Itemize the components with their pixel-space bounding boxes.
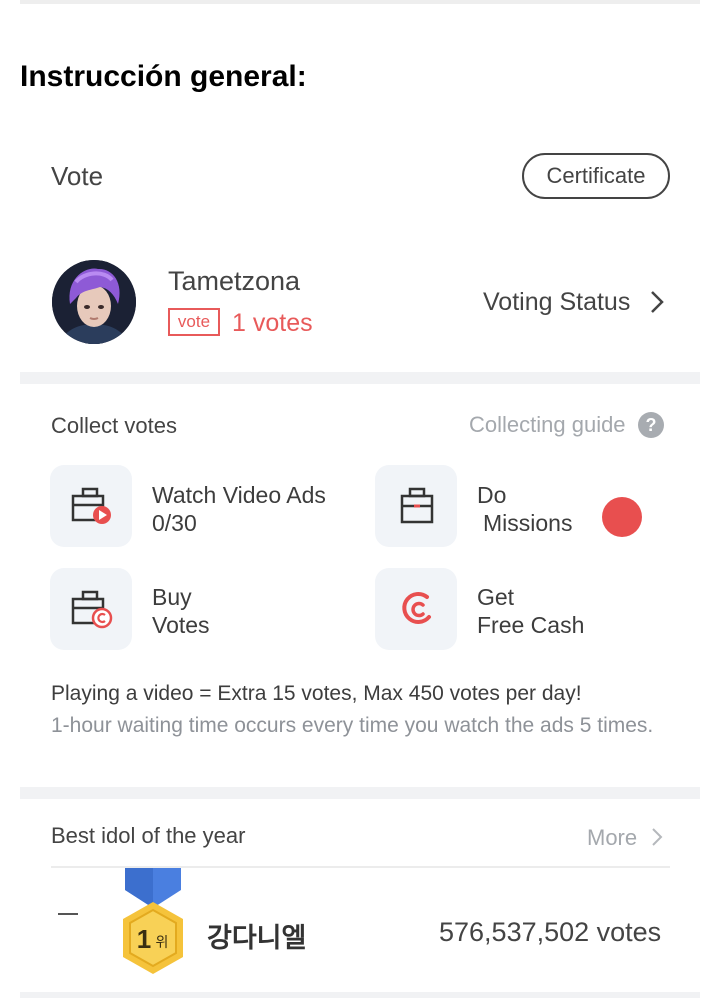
tile-label-line2: Missions (483, 510, 573, 536)
top-divider (20, 0, 700, 4)
buy-votes-button[interactable] (50, 568, 132, 650)
gold-medal-icon: 1 위 (123, 868, 183, 974)
section-divider (20, 787, 700, 799)
help-icon[interactable]: ? (638, 412, 664, 438)
rank-suffix: 위 (156, 935, 169, 951)
tile-label-line2: Votes (152, 612, 210, 638)
tile-label-line1: Do (477, 482, 507, 508)
avatar[interactable] (52, 260, 136, 344)
chevron-right-icon[interactable] (648, 289, 666, 315)
tile-label-line1: Watch Video Ads (152, 482, 326, 508)
section-divider (20, 372, 700, 384)
more-link[interactable]: More (587, 825, 637, 851)
get-free-cash-label: Get Free Cash (477, 583, 584, 639)
user-vote-count: 1 votes (232, 309, 313, 337)
certificate-button[interactable]: Certificate (522, 153, 670, 199)
tile-label-line2: Free Cash (477, 612, 585, 638)
rank-number: 1 (137, 924, 151, 954)
free-cash-icon (402, 591, 431, 624)
buy-votes-icon (71, 590, 113, 629)
bottom-divider (20, 992, 700, 998)
vote-section-title: Vote (51, 161, 104, 191)
tile-label-line1: Buy (152, 584, 192, 610)
best-idol-title: Best idol of the year (51, 823, 246, 848)
mission-icon (400, 487, 434, 524)
video-votes-note: Playing a video = Extra 15 votes, Max 45… (51, 682, 582, 705)
video-ad-icon (71, 487, 111, 524)
vote-tag-badge: vote (168, 308, 220, 336)
voting-status-link[interactable]: Voting Status (483, 288, 630, 317)
collect-votes-title: Collect votes (51, 413, 177, 438)
mission-notification-dot (602, 497, 642, 537)
idol-name[interactable]: 강다니엘 (207, 916, 306, 955)
rank-change-indicator (58, 913, 78, 915)
chevron-right-icon[interactable] (650, 826, 664, 848)
watch-video-ads-button[interactable] (50, 465, 132, 547)
user-name: Tametzona (168, 266, 301, 296)
buy-votes-label: Buy Votes (152, 583, 210, 639)
get-free-cash-button[interactable] (375, 568, 457, 650)
collecting-guide-link[interactable]: Collecting guide (469, 412, 626, 438)
do-missions-button[interactable] (375, 465, 457, 547)
watch-video-ads-label: Watch Video Ads 0/30 (152, 481, 326, 537)
do-missions-label: Do Missions (477, 481, 572, 537)
tile-label-line1: Get (477, 584, 515, 610)
tile-label-line2: 0/30 (152, 510, 197, 536)
instruction-heading: Instrucción general: (20, 60, 307, 93)
vote-page: Instrucción general: Vote Certificate Ta… (0, 0, 720, 998)
waiting-time-note: 1-hour waiting time occurs every time yo… (51, 714, 654, 737)
idol-vote-count: 576,537,502 votes (439, 917, 662, 947)
